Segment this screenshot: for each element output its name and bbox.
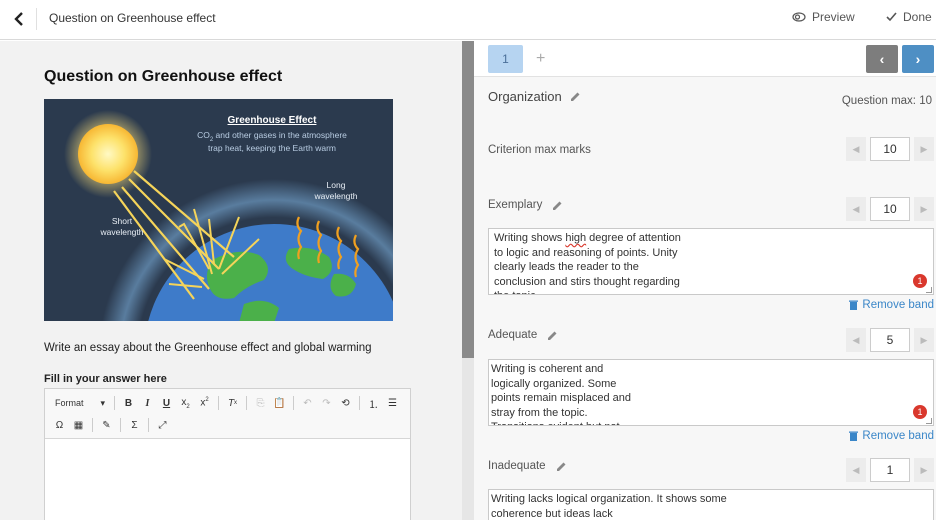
preview-label: Preview xyxy=(812,10,855,24)
criterion-tabs: 1 + ‹ › xyxy=(474,41,936,77)
long-wavelength-label-2: wavelength xyxy=(313,191,357,201)
preview-button[interactable]: Preview xyxy=(792,10,855,24)
error-badge[interactable]: 1 xyxy=(913,405,927,419)
decrement-button[interactable]: ◀ xyxy=(846,328,866,352)
misspelled-word[interactable]: high xyxy=(565,232,586,244)
greenhouse-illustration: Greenhouse Effect CO2 and other gases in… xyxy=(44,99,393,321)
band-marks-value[interactable]: 10 xyxy=(870,197,910,221)
fullscreen-button[interactable]: ⤢ xyxy=(154,416,171,434)
divider xyxy=(148,418,149,432)
eye-icon xyxy=(792,12,806,22)
band-marks-stepper[interactable]: ◀ 1 ▶ xyxy=(846,458,934,482)
undo-button[interactable]: ↶ xyxy=(299,394,316,412)
redo-button[interactable]: ↷ xyxy=(318,394,335,412)
table-button[interactable]: ▦ xyxy=(70,416,87,434)
criterion-max-value[interactable]: 10 xyxy=(870,137,910,161)
top-bar: Question on Greenhouse effect Preview Do… xyxy=(0,0,936,40)
band-description-inadequate[interactable]: Writing lacks logical organization. It s… xyxy=(488,489,934,520)
increment-button[interactable]: ▶ xyxy=(914,458,934,482)
remove-band-button[interactable]: Remove band xyxy=(849,299,934,311)
band-marks-value[interactable]: 5 xyxy=(870,328,910,352)
pencil-icon[interactable] xyxy=(552,200,563,211)
error-badge[interactable]: 1 xyxy=(913,274,927,288)
done-button[interactable]: Done xyxy=(886,10,932,24)
band-marks-stepper[interactable]: ◀ 5 ▶ xyxy=(846,328,934,352)
question-pane: Question on Greenhouse effect Greenhouse… xyxy=(0,41,462,520)
tab-1[interactable]: 1 xyxy=(488,45,523,73)
next-button[interactable]: › xyxy=(902,45,934,73)
numbered-list-button[interactable]: ⒈ xyxy=(365,394,382,412)
special-char-button[interactable]: Ω xyxy=(51,416,68,434)
criterion-name: Organization xyxy=(488,89,581,104)
chevron-left-icon xyxy=(14,12,23,26)
band-marks-value[interactable]: 1 xyxy=(870,458,910,482)
pencil-icon[interactable] xyxy=(547,330,558,341)
plus-icon[interactable]: + xyxy=(536,50,545,68)
page-title: Question on Greenhouse effect xyxy=(49,11,216,25)
answer-label: Fill in your answer here xyxy=(44,373,167,385)
back-button[interactable] xyxy=(8,8,30,30)
increment-button[interactable]: ▶ xyxy=(914,137,934,161)
pencil-icon[interactable] xyxy=(556,461,567,472)
scrollbar-thumb[interactable] xyxy=(462,41,474,358)
trash-icon xyxy=(849,431,859,441)
divider xyxy=(293,396,294,410)
divider xyxy=(218,396,219,410)
copy-button[interactable]: ⎘ xyxy=(252,394,269,412)
divider xyxy=(114,396,115,410)
short-wavelength-label-2: wavelength xyxy=(99,227,143,237)
bold-button[interactable]: B xyxy=(120,394,137,412)
illustration-caption-2: trap heat, keeping the Earth warm xyxy=(208,143,336,153)
rubric-pane: 1 + ‹ › Organization Question max: 10 Cr… xyxy=(474,41,936,520)
check-icon xyxy=(886,12,897,22)
bulleted-list-button[interactable]: ☰ xyxy=(384,394,401,412)
question-max: Question max: 10 xyxy=(841,95,932,107)
band-name-exemplary: Exemplary xyxy=(488,199,563,211)
illustration-title: Greenhouse Effect xyxy=(228,115,318,126)
criterion-max-label: Criterion max marks xyxy=(488,144,591,156)
subscript-button[interactable]: x2 xyxy=(177,394,194,412)
previous-button[interactable]: ‹ xyxy=(866,45,898,73)
math-button[interactable]: Σ xyxy=(126,416,143,434)
long-wavelength-label-1: Long xyxy=(327,180,346,190)
editor-toolbar: Format ▾ B I U x2 x2 Tx ⎘ 📋 ↶ ↷ ⟲ ⒈ ☰ Ω … xyxy=(45,389,410,439)
clear-format-button[interactable]: Tx xyxy=(224,394,241,412)
done-label: Done xyxy=(903,10,932,24)
divider xyxy=(36,8,37,30)
editor-body[interactable] xyxy=(45,439,410,520)
question-prompt: Write an essay about the Greenhouse effe… xyxy=(44,342,372,354)
divider xyxy=(359,396,360,410)
band-description-exemplary[interactable]: Writing shows high degree of attention t… xyxy=(488,228,934,295)
divider xyxy=(92,418,93,432)
superscript-button[interactable]: x2 xyxy=(196,394,213,412)
paste-button[interactable]: 📋 xyxy=(271,394,288,412)
divider xyxy=(120,418,121,432)
divider xyxy=(246,396,247,410)
resize-handle[interactable] xyxy=(926,418,932,424)
revert-button[interactable]: ⟲ xyxy=(337,394,354,412)
answer-editor: Format ▾ B I U x2 x2 Tx ⎘ 📋 ↶ ↷ ⟲ ⒈ ☰ Ω … xyxy=(44,388,411,520)
band-description-adequate[interactable]: Writing is coherent and logically organi… xyxy=(488,359,934,426)
remove-band-button[interactable]: Remove band xyxy=(849,430,934,442)
criterion-max-stepper[interactable]: ◀ 10 ▶ xyxy=(846,137,934,161)
decrement-button[interactable]: ◀ xyxy=(846,197,866,221)
decrement-button[interactable]: ◀ xyxy=(846,137,866,161)
increment-button[interactable]: ▶ xyxy=(914,328,934,352)
band-name-inadequate: Inadequate xyxy=(488,460,567,472)
pen-icon-button[interactable]: ✎ xyxy=(98,416,115,434)
short-wavelength-label-1: Short xyxy=(112,216,133,226)
decrement-button[interactable]: ◀ xyxy=(846,458,866,482)
band-name-adequate: Adequate xyxy=(488,329,558,341)
format-dropdown[interactable]: Format ▾ xyxy=(51,398,109,409)
question-title: Question on Greenhouse effect xyxy=(44,68,283,85)
pencil-icon[interactable] xyxy=(570,91,581,102)
resize-handle[interactable] xyxy=(926,287,932,293)
underline-button[interactable]: U xyxy=(158,394,175,412)
increment-button[interactable]: ▶ xyxy=(914,197,934,221)
band-marks-stepper[interactable]: ◀ 10 ▶ xyxy=(846,197,934,221)
trash-icon xyxy=(849,300,859,310)
italic-button[interactable]: I xyxy=(139,394,156,412)
